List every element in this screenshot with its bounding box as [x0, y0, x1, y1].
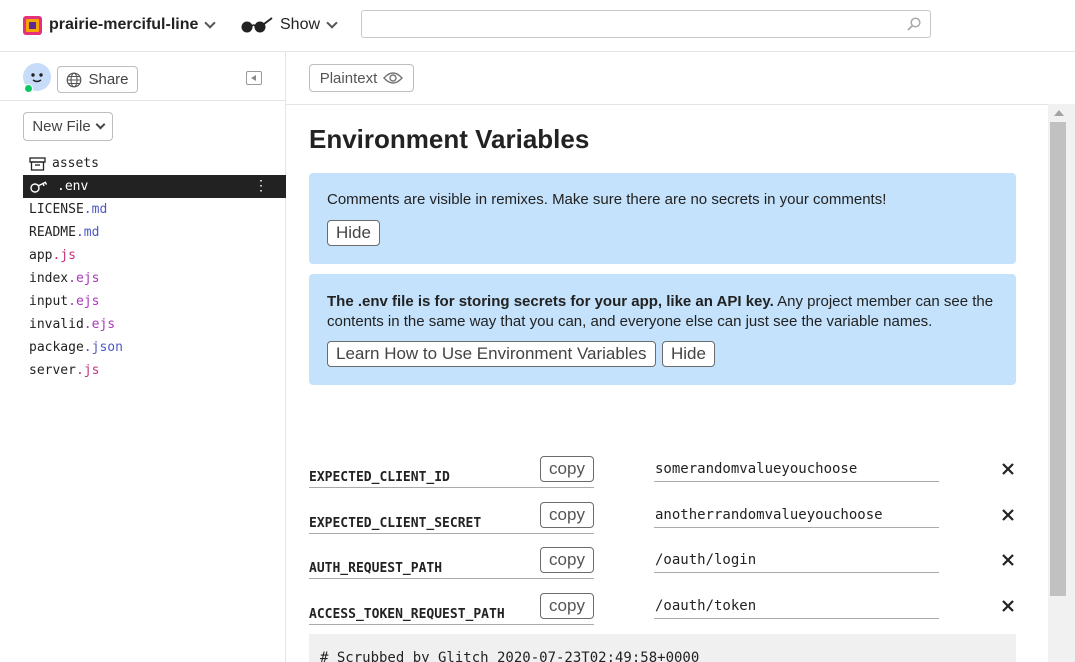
close-icon[interactable] [1001, 599, 1015, 613]
show-menu[interactable]: Show [240, 13, 338, 37]
file-item-server-js[interactable]: server .js [23, 359, 286, 382]
hide-comments-notice-button[interactable]: Hide [327, 220, 380, 246]
project-name: prairie-merciful-line [49, 16, 199, 33]
file-extension: .ejs [68, 294, 100, 309]
chevron-down-icon [95, 119, 106, 130]
file-extension: .json [83, 340, 123, 355]
env-info-bold: The .env file is for storing secrets for… [327, 293, 774, 310]
env-var-row: EXPECTED_CLIENT_SECRET copy [309, 502, 1016, 542]
new-file-label: New File [32, 118, 91, 135]
copy-button[interactable]: copy [540, 547, 594, 573]
file-item-readme[interactable]: README .md [23, 221, 286, 244]
globe-icon [67, 72, 82, 87]
chevron-down-icon [204, 16, 217, 29]
close-icon[interactable] [1001, 553, 1015, 567]
copy-button[interactable]: copy [540, 502, 594, 528]
online-status-dot [24, 84, 33, 93]
env-var-row: EXPECTED_CLIENT_ID copy [309, 456, 1016, 496]
file-list: assets .env ⋮ LICENSE .md README .md app .j… [23, 152, 286, 382]
close-icon[interactable] [1001, 462, 1015, 476]
comments-notice-text: Comments are visible in remixes. Make su… [327, 191, 887, 208]
env-var-value-input[interactable] [654, 593, 939, 619]
assets-box-icon [29, 156, 46, 171]
avatar[interactable] [23, 63, 51, 93]
close-icon[interactable] [1001, 508, 1015, 522]
env-var-row: ACCESS_TOKEN_REQUEST_PATH copy [309, 593, 1016, 633]
page-title: Environment Variables [309, 124, 590, 154]
file-name: server [29, 363, 76, 378]
file-item-assets[interactable]: assets [23, 152, 286, 175]
comments-notice: Comments are visible in remixes. Make su… [309, 173, 1016, 264]
file-item-index-ejs[interactable]: index .ejs [23, 267, 286, 290]
file-item-env[interactable]: .env ⋮ [23, 175, 286, 198]
file-item-app-js[interactable]: app .js [23, 244, 286, 267]
file-name: assets [52, 156, 99, 171]
file-item-invalid-ejs[interactable]: invalid .ejs [23, 313, 286, 336]
env-var-value-input[interactable] [654, 456, 939, 482]
search-icon[interactable] [907, 17, 921, 31]
file-name: README [29, 225, 76, 240]
file-extension: .md [83, 202, 108, 217]
file-name: invalid [29, 317, 84, 332]
env-var-value-input[interactable] [654, 502, 939, 528]
sidebar: Share New File assets .env ⋮ LICENSE.md [0, 52, 286, 662]
top-bar: prairie-merciful-line Show [0, 0, 1075, 52]
file-extension: .js [52, 248, 76, 263]
file-name: input [29, 294, 69, 309]
sidebar-header: Share [0, 52, 285, 101]
search-input[interactable] [362, 11, 892, 37]
show-label: Show [280, 16, 321, 33]
file-options-icon[interactable]: ⋮ [254, 179, 268, 193]
hide-env-info-button[interactable]: Hide [662, 341, 715, 367]
copy-button[interactable]: copy [540, 456, 594, 482]
key-icon [30, 180, 48, 193]
file-extension: .ejs [83, 317, 116, 332]
file-item-license[interactable]: LICENSE .md [23, 198, 286, 221]
plaintext-label: Plaintext [319, 69, 378, 87]
copy-button[interactable]: copy [540, 593, 594, 619]
file-name: index [29, 271, 69, 286]
plaintext-toggle-button[interactable]: Plaintext [309, 64, 414, 92]
file-item-input-ejs[interactable]: input .ejs [23, 290, 286, 313]
new-file-button[interactable]: New File [23, 112, 113, 141]
collapse-sidebar-icon[interactable] [246, 71, 262, 85]
file-extension: .md [75, 225, 100, 240]
search-box [361, 10, 931, 38]
share-button[interactable]: Share [57, 66, 138, 93]
file-extension: .js [75, 363, 100, 378]
glasses-icon [241, 17, 273, 33]
main-panel: Plaintext Environment Variables Comments… [286, 52, 1075, 662]
project-menu[interactable]: prairie-merciful-line [23, 13, 217, 37]
chevron-down-icon [326, 16, 338, 29]
env-info-text: The .env file is for storing secrets for… [327, 292, 997, 332]
file-name: LICENSE [29, 202, 84, 217]
share-label: Share [88, 71, 129, 88]
scrollbar-thumb[interactable] [1050, 122, 1066, 596]
file-name: app [29, 248, 53, 263]
project-logo-icon [23, 15, 42, 35]
env-var-value-input[interactable] [654, 547, 939, 573]
scrubbed-comment: # Scrubbed by Glitch 2020-07-23T02:49:58… [309, 634, 1016, 662]
file-item-package-json[interactable]: package .json [23, 336, 286, 359]
env-info-notice: The .env file is for storing secrets for… [309, 274, 1016, 385]
eye-icon [383, 72, 404, 84]
divider [286, 104, 1075, 105]
learn-env-variables-button[interactable]: Learn How to Use Environment Variables [327, 341, 656, 367]
file-name: .env [57, 179, 89, 194]
env-var-row: AUTH_REQUEST_PATH copy [309, 547, 1016, 587]
file-extension: .ejs [68, 271, 100, 286]
file-name: package [29, 340, 84, 355]
scroll-up-arrow-icon[interactable] [1054, 110, 1064, 116]
